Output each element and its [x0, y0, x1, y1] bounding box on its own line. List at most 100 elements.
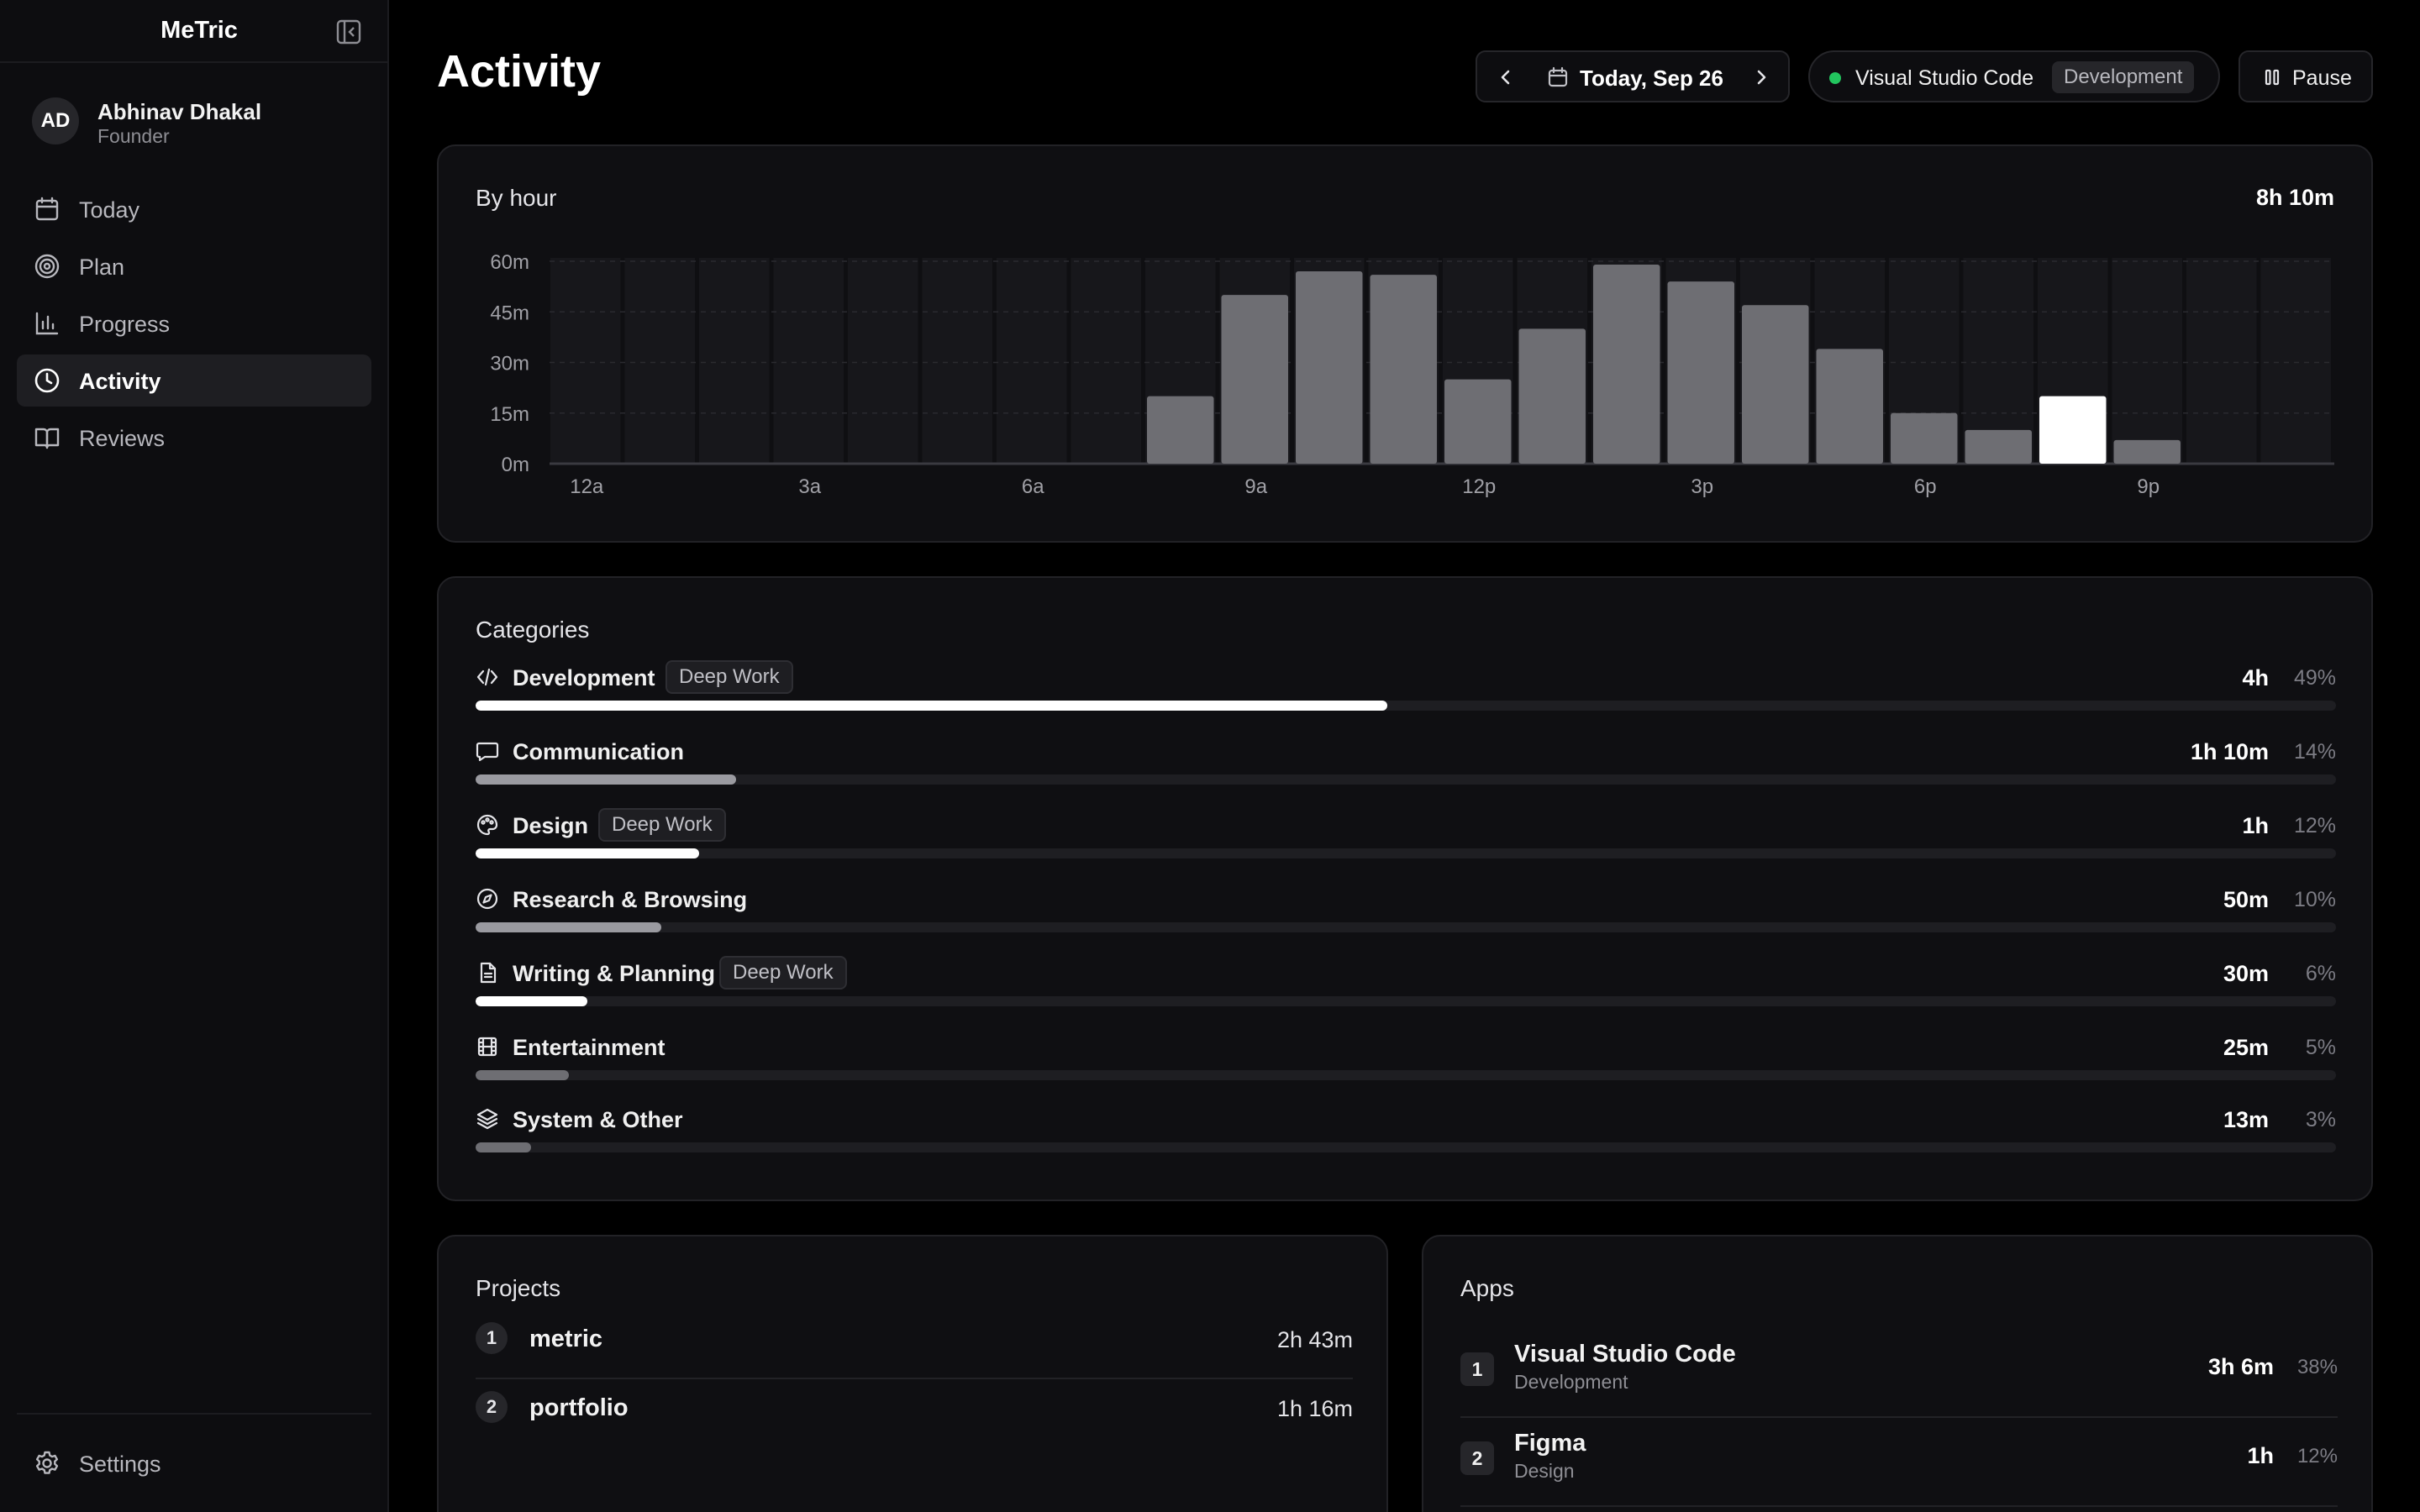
app-root: MeTric AD Abhinav Dhakal Founder Today P… [0, 0, 2420, 1512]
hour-slot [997, 258, 1067, 464]
project-row[interactable]: 1 metric 2h 43m [476, 1310, 1353, 1379]
sidebar-item-plan[interactable]: Plan [17, 240, 371, 292]
app-name: Figma [1514, 1430, 1586, 1457]
hour-bar [1147, 396, 1214, 464]
category-duration: 50m [2223, 887, 2269, 912]
project-row[interactable]: 2 portfolio 1h 16m [476, 1379, 1353, 1448]
current-tracking-pill[interactable]: Visual Studio Code Development [1808, 50, 2220, 102]
project-name: metric [529, 1326, 603, 1352]
brand-bar: MeTric [0, 0, 389, 63]
sidebar-item-label: Reviews [79, 426, 166, 451]
category-row[interactable]: Development Deep Work 4h 49% [476, 660, 2336, 732]
x-tick-label: 9p [2137, 475, 2160, 498]
hour-bar [1667, 281, 1734, 464]
pause-icon [2262, 67, 2282, 87]
category-row[interactable]: Communication 1h 10m 14% [476, 739, 2336, 806]
hour-bar [1370, 275, 1437, 464]
x-tick-label: 12a [570, 475, 604, 498]
sidebar-item-label: Activity [79, 369, 161, 394]
user-name: Abhinav Dhakal [97, 99, 262, 124]
hour-bar [1816, 349, 1883, 464]
book-icon [34, 424, 60, 451]
hour-slot [922, 258, 992, 464]
calendar-icon [34, 196, 60, 223]
app-rank: 2 [1460, 1441, 1494, 1475]
sidebar-nav: Today Plan Progress Activity Reviews [17, 183, 371, 469]
category-progress-track [476, 1070, 2336, 1080]
settings-label: Settings [79, 1452, 161, 1477]
y-tick-label: 0m [502, 454, 529, 476]
project-duration: 2h 43m [1276, 1327, 1353, 1352]
category-percent: 14% [2293, 740, 2336, 764]
by-hour-chart: 0m 15m 30m 45m 60m 12a 3a 6a 9a 12p 3p 6p 9p [490, 251, 2334, 498]
pause-label: Pause [2292, 66, 2352, 90]
sidebar-item-activity[interactable]: Activity [17, 354, 371, 407]
x-tick-label: 3a [798, 475, 821, 498]
categories-title: Categories [476, 617, 590, 643]
sidebar-item-progress[interactable]: Progress [17, 297, 371, 349]
hour-slot [2186, 258, 2257, 464]
hour-bar [1296, 271, 1363, 464]
code-icon [476, 665, 499, 689]
date-label[interactable]: Today, Sep 26 [1580, 66, 1723, 92]
category-progress-track [476, 774, 2336, 785]
sidebar-item-reviews[interactable]: Reviews [17, 412, 371, 464]
hour-bar [1593, 265, 1660, 464]
category-name: Entertainment [513, 1035, 666, 1060]
category-row[interactable]: Design Deep Work 1h 12% [476, 808, 2336, 880]
category-progress-fill [476, 774, 736, 785]
hour-bar [2039, 396, 2107, 464]
category-percent: 10% [2293, 888, 2336, 911]
page-title: Activity [437, 46, 602, 97]
y-tick-label: 30m [490, 353, 529, 375]
sidebar-item-settings[interactable]: Settings [17, 1437, 371, 1489]
category-row[interactable]: Research & Browsing 50m 10% [476, 887, 2336, 954]
project-rank: 1 [476, 1322, 508, 1354]
sidebar-item-label: Progress [79, 312, 171, 337]
category-percent: 49% [2293, 666, 2336, 690]
sidebar-collapse-icon[interactable] [334, 18, 363, 45]
project-rank: 2 [476, 1391, 508, 1423]
category-progress-fill [476, 701, 1387, 711]
apps-card: Apps 1 Visual Studio Code Development 3h… [1422, 1235, 2373, 1512]
pause-button[interactable]: Pause [2238, 50, 2373, 102]
chevron-left-icon[interactable] [1496, 67, 1516, 87]
category-duration: 30m [2223, 961, 2269, 986]
category-row[interactable]: System & Other 13m 3% [476, 1107, 2336, 1174]
y-tick-label: 60m [490, 251, 529, 274]
category-progress-fill [476, 922, 662, 932]
sidebar-item-label: Today [79, 197, 140, 223]
hour-slot [2260, 258, 2331, 464]
category-percent: 5% [2305, 1036, 2336, 1059]
category-name: System & Other [513, 1107, 683, 1132]
category-percent: 3% [2305, 1108, 2336, 1131]
app-name: Visual Studio Code [1514, 1341, 1736, 1368]
hour-bar [1518, 328, 1586, 464]
app-row[interactable]: 1 Visual Studio Code Development 3h 6m 3… [1460, 1329, 2338, 1418]
user-profile[interactable]: AD Abhinav Dhakal Founder [32, 97, 368, 148]
category-duration: 25m [2223, 1035, 2269, 1060]
deep-work-badge: Deep Work [719, 956, 847, 990]
categories-card: Categories Development Deep Work 4h 49% Comm… [437, 576, 2373, 1201]
category-row[interactable]: Writing & Planning Deep Work 30m 6% [476, 956, 2336, 1028]
hour-slot [2112, 258, 2182, 464]
app-row[interactable]: 2 Figma Design 1h 12% [1460, 1418, 2338, 1507]
bar-chart-icon [34, 310, 60, 337]
message-icon [476, 739, 499, 763]
app-percent: 38% [2296, 1356, 2338, 1378]
y-tick-label: 45m [490, 302, 529, 324]
calendar-icon [1546, 66, 1570, 89]
chevron-right-icon[interactable] [1751, 67, 1771, 87]
avatar: AD [32, 97, 79, 144]
category-progress-track [476, 701, 2336, 711]
gear-icon [34, 1450, 60, 1477]
project-duration: 1h 16m [1276, 1396, 1353, 1421]
sidebar-item-label: Plan [79, 255, 125, 280]
category-progress-fill [476, 1070, 569, 1080]
sidebar-item-today[interactable]: Today [17, 183, 371, 235]
y-tick-label: 15m [490, 403, 529, 426]
category-duration: 1h [2242, 813, 2269, 838]
projects-title: Projects [476, 1275, 561, 1301]
category-progress-track [476, 996, 2336, 1006]
category-row[interactable]: Entertainment 25m 5% [476, 1035, 2336, 1102]
